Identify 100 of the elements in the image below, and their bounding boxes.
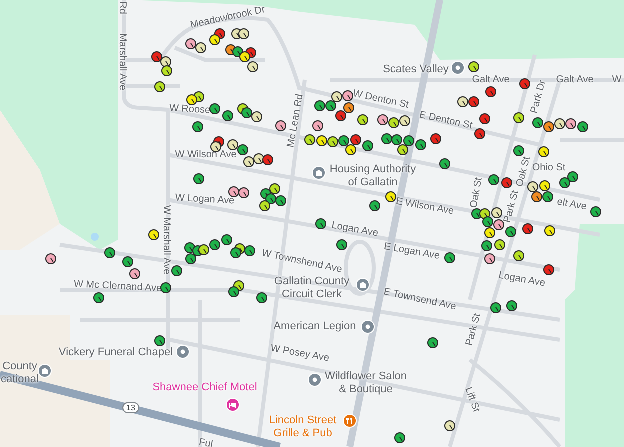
- map-pin[interactable]: [400, 116, 410, 126]
- map-pin[interactable]: [316, 218, 326, 230]
- map-pin[interactable]: [248, 62, 258, 72]
- map-pin[interactable]: [532, 192, 542, 202]
- map-pin[interactable]: [186, 38, 196, 50]
- map-pin[interactable]: [304, 134, 316, 146]
- map-pin[interactable]: [568, 172, 578, 182]
- map-pin[interactable]: [154, 82, 166, 92]
- map-pin[interactable]: [404, 136, 414, 146]
- map-pin[interactable]: [482, 216, 494, 228]
- map-pin[interactable]: [578, 122, 588, 132]
- map-pin[interactable]: [554, 118, 566, 130]
- map-pin[interactable]: [506, 300, 518, 312]
- map-pin[interactable]: [382, 134, 392, 144]
- map-pin[interactable]: [544, 264, 554, 276]
- map-pin[interactable]: [104, 248, 116, 258]
- map-pin[interactable]: [332, 92, 342, 102]
- map-pin[interactable]: [228, 140, 238, 150]
- map-pin[interactable]: [484, 228, 496, 238]
- map-pin[interactable]: [428, 338, 438, 348]
- map-pin[interactable]: [228, 286, 240, 298]
- map-pin[interactable]: [228, 186, 240, 198]
- map-pin[interactable]: [210, 240, 220, 250]
- map-pin[interactable]: [94, 292, 104, 304]
- map-pin[interactable]: [468, 62, 480, 72]
- map-pin[interactable]: [238, 144, 248, 156]
- map-pin[interactable]: [480, 208, 490, 220]
- map-pin[interactable]: [486, 86, 496, 98]
- map-pin[interactable]: [358, 114, 368, 126]
- map-pin[interactable]: [244, 246, 256, 256]
- map-pin[interactable]: [160, 56, 172, 68]
- map-pin[interactable]: [46, 254, 56, 264]
- map-pin[interactable]: [542, 192, 554, 202]
- map-pin[interactable]: [560, 178, 570, 188]
- map-pin[interactable]: [244, 156, 254, 168]
- map-pin[interactable]: [538, 146, 550, 158]
- map-pin[interactable]: [210, 104, 220, 114]
- map-pin[interactable]: [222, 110, 234, 122]
- map-pin[interactable]: [238, 28, 250, 40]
- map-pin[interactable]: [490, 302, 502, 314]
- map-pin[interactable]: [532, 118, 544, 128]
- map-pin[interactable]: [336, 240, 348, 250]
- map-pin[interactable]: [488, 174, 500, 186]
- map-pin[interactable]: [152, 52, 162, 62]
- map-pin[interactable]: [484, 254, 496, 264]
- map-pin[interactable]: [468, 96, 480, 108]
- map-pin[interactable]: [544, 226, 556, 236]
- map-pin[interactable]: [238, 188, 250, 198]
- map-pin[interactable]: [494, 240, 506, 250]
- map-pin[interactable]: [394, 432, 406, 444]
- map-pin[interactable]: [276, 196, 286, 206]
- map-pin[interactable]: [378, 114, 388, 126]
- map-pin[interactable]: [472, 208, 482, 220]
- map-pin[interactable]: [416, 140, 426, 150]
- map-pin[interactable]: [344, 102, 354, 114]
- map-pin[interactable]: [276, 120, 286, 132]
- map-pin[interactable]: [186, 254, 196, 264]
- map-pin[interactable]: [444, 420, 456, 432]
- map-pin[interactable]: [350, 134, 362, 146]
- map-pin[interactable]: [122, 256, 134, 268]
- map-pin[interactable]: [162, 66, 172, 76]
- map-pin[interactable]: [260, 200, 270, 212]
- map-pin[interactable]: [544, 122, 554, 132]
- map-pin[interactable]: [494, 220, 504, 230]
- map-pin[interactable]: [458, 96, 468, 108]
- map-pin[interactable]: [474, 128, 486, 140]
- map-pin[interactable]: [184, 242, 196, 254]
- map-pin[interactable]: [160, 282, 172, 294]
- map-pin[interactable]: [388, 118, 400, 128]
- map-pin[interactable]: [480, 114, 490, 124]
- map-pin[interactable]: [328, 136, 338, 148]
- map-pin[interactable]: [386, 192, 396, 202]
- map-pin[interactable]: [506, 226, 516, 238]
- map-pin[interactable]: [398, 144, 408, 156]
- map-pin[interactable]: [256, 292, 268, 304]
- map-pin[interactable]: [222, 234, 232, 246]
- map-pin[interactable]: [502, 178, 512, 188]
- map-pin[interactable]: [482, 240, 492, 252]
- map-pin[interactable]: [444, 252, 456, 264]
- map-pin[interactable]: [590, 206, 602, 218]
- map-pin[interactable]: [540, 180, 550, 192]
- map-pin[interactable]: [194, 174, 204, 184]
- map-pin[interactable]: [130, 268, 140, 280]
- map-pin[interactable]: [252, 112, 262, 122]
- map-pin[interactable]: [514, 112, 524, 124]
- map-pin[interactable]: [186, 94, 198, 106]
- map-pin[interactable]: [192, 122, 204, 132]
- map-pin[interactable]: [522, 224, 534, 234]
- map-pin[interactable]: [430, 134, 442, 144]
- map-pin[interactable]: [514, 146, 524, 156]
- map-pin[interactable]: [514, 250, 524, 262]
- map-pin[interactable]: [342, 90, 354, 102]
- map-pin[interactable]: [362, 140, 374, 152]
- map-pin[interactable]: [198, 244, 210, 256]
- map-pin[interactable]: [492, 208, 502, 218]
- map-pin[interactable]: [336, 110, 346, 122]
- map-pin[interactable]: [262, 154, 274, 166]
- map-pin[interactable]: [346, 144, 356, 156]
- map-pin[interactable]: [148, 230, 160, 240]
- map-pin[interactable]: [520, 78, 530, 90]
